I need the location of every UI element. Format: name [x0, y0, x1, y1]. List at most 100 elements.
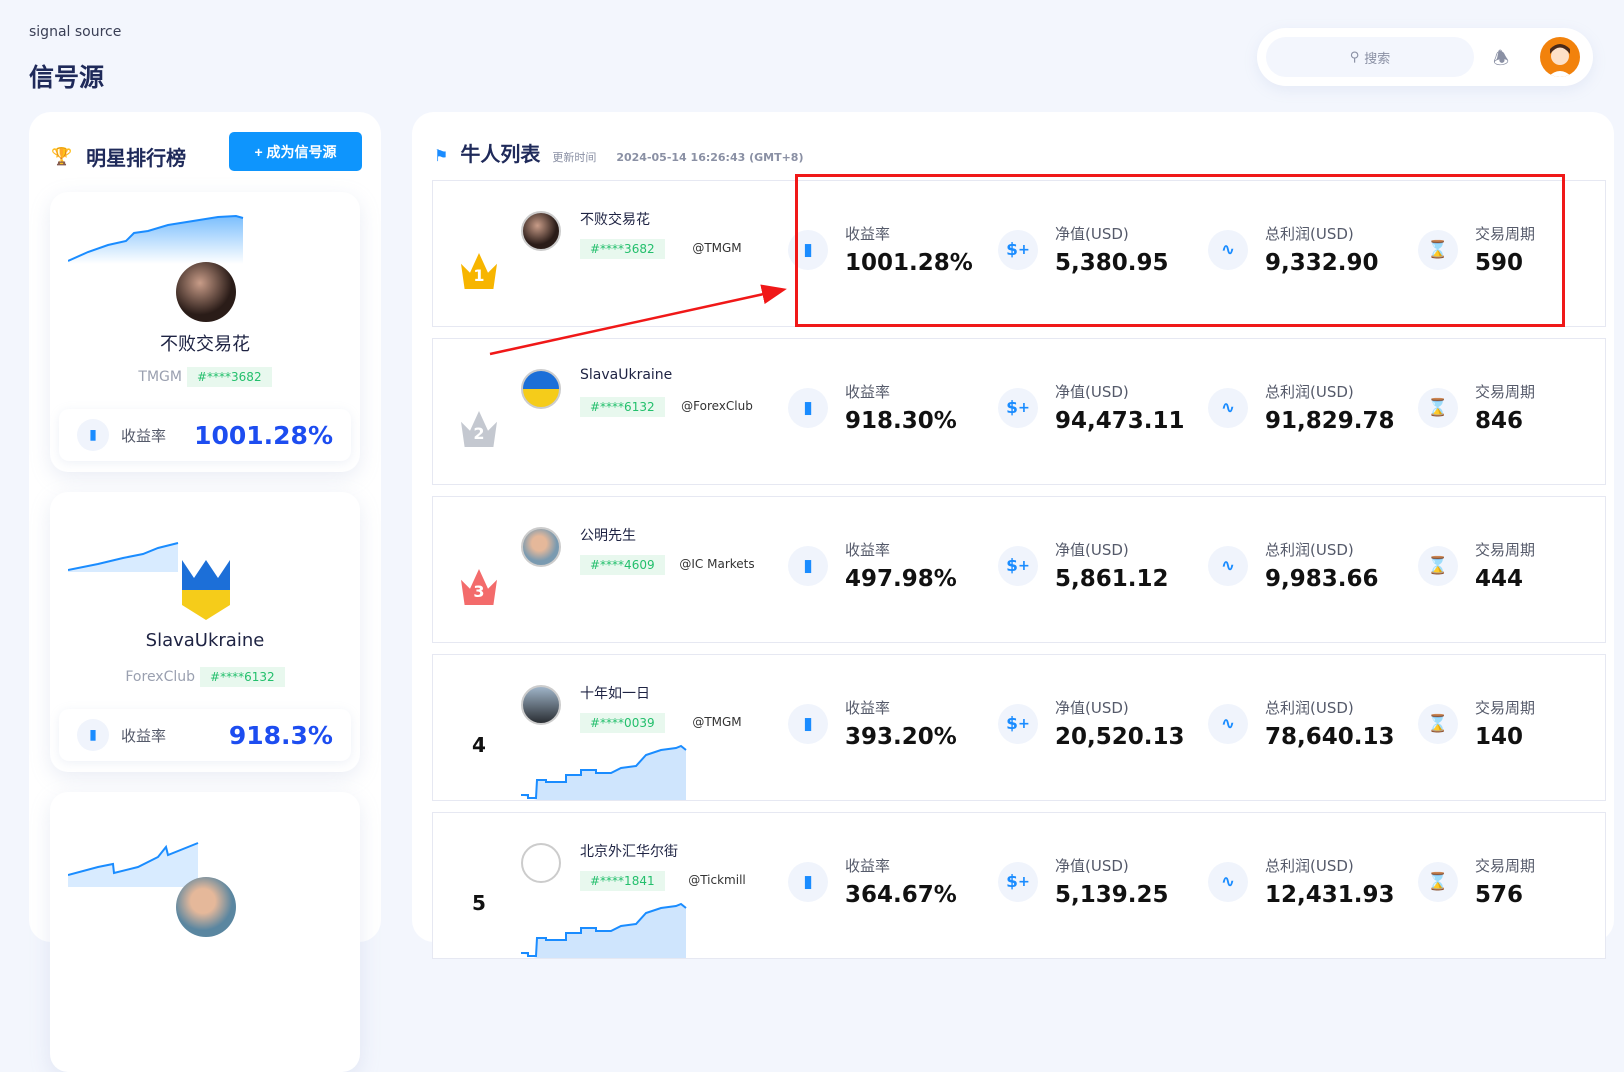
stat-equity: $ + 净值(USD) 94,473.11 [998, 381, 1185, 434]
stat-value: 12,431.93 [1265, 882, 1395, 908]
stat-profit: ∿ 总利润(USD) 12,431.93 [1208, 855, 1395, 908]
bar-chart-icon: ▮ [788, 861, 828, 902]
account-tag: #****6132 [580, 397, 665, 417]
stat-value: 91,829.78 [1265, 408, 1395, 434]
stat-period: ⌛ 交易周期 846 [1418, 381, 1535, 434]
trader-name[interactable]: SlavaUkraine [580, 367, 672, 383]
stat-label: 收益率 [845, 699, 891, 717]
rank-crown-icon: 1 [461, 253, 497, 289]
broker-name: @ForexClub [681, 399, 753, 413]
stat-label: 总利润(USD) [1265, 857, 1354, 875]
pulse-icon: ∿ [1208, 703, 1248, 744]
stat-equity: $ + 净值(USD) 20,520.13 [998, 697, 1185, 750]
star-ranking-header: 🏆 明星排行榜 [51, 142, 186, 171]
bell-icon[interactable]: 🕭 [1493, 46, 1509, 76]
trader-name: 不败交易花 [160, 334, 250, 355]
stat-return: ▮ 收益率 364.67% [788, 855, 957, 908]
broker-name: ForexClub [125, 669, 196, 685]
stat-value: 918.30% [845, 408, 957, 434]
pulse-icon: ∿ [1208, 861, 1248, 902]
stat-label: 净值(USD) [1055, 541, 1129, 559]
stat-label: 总利润(USD) [1265, 699, 1354, 717]
broker-name: @TMGM [692, 715, 742, 729]
star-card[interactable]: 不败交易花 TMGM #****3682 ▮ 收益率 1001.28% [50, 192, 360, 472]
stat-label: 净值(USD) [1055, 383, 1129, 401]
trader-list-title: 牛人列表 [460, 142, 541, 166]
trader-row[interactable]: 5 北京外汇华尔街 #****1841 @Tickmill ▮ 收益率 364.… [432, 812, 1606, 959]
account-tag: #****0039 [580, 713, 665, 733]
stat-value: 140 [1475, 724, 1524, 750]
broker-name: @Tickmill [688, 873, 746, 887]
hourglass-icon: ⌛ [1418, 387, 1458, 428]
trader-avatar [521, 685, 561, 725]
equity-sparkline [68, 214, 244, 264]
stat-label: 净值(USD) [1055, 699, 1129, 717]
star-card[interactable]: SlavaUkraine ForexClub #****6132 ▮ 收益率 918.… [50, 492, 360, 772]
bar-chart-icon: ▮ [77, 719, 109, 751]
stat-label: 收益率 [845, 857, 891, 875]
trader-row[interactable]: 3 公明先生 #****4609 @IC Markets ▮ 收益率 497.9… [432, 496, 1606, 643]
stat-value: 94,473.11 [1055, 408, 1185, 434]
account-tag: #****1841 [580, 871, 665, 891]
stat-equity: $ + 净值(USD) 5,861.12 [998, 539, 1169, 592]
highlight-box [795, 174, 1565, 327]
star-ranking-title: 明星排行榜 [86, 146, 187, 170]
stat-value: 5,139.25 [1055, 882, 1169, 908]
trader-list-header: ⚑ 牛人列表 更新时间 2024-05-14 16:26:43 (GMT+8) [434, 138, 804, 167]
trader-name[interactable]: 不败交易花 [580, 209, 650, 229]
stat-label: 交易周期 [1475, 541, 1536, 559]
become-signal-source-button[interactable]: + 成为信号源 [229, 132, 362, 171]
trader-name[interactable]: 北京外汇华尔街 [580, 841, 678, 861]
stat-value: 576 [1475, 882, 1524, 908]
equity-sparkline [521, 902, 687, 958]
flag-icon: ⚑ [434, 146, 449, 165]
hourglass-icon: ⌛ [1418, 703, 1458, 744]
stat-value: 9,983.66 [1265, 566, 1379, 592]
top-bar: ⚲ 搜索 🕭 [1257, 28, 1593, 86]
star-card[interactable] [50, 792, 360, 1072]
stat-label: 收益率 [121, 426, 167, 445]
dollar-plus-icon: $ + [998, 861, 1038, 902]
stat-value: 393.20% [845, 724, 957, 750]
trader-name[interactable]: 公明先生 [580, 525, 636, 545]
trader-avatar [521, 369, 561, 409]
stat-label: 总利润(USD) [1265, 383, 1354, 401]
page-subtitle: signal source [29, 24, 122, 40]
account-tag: #****6132 [200, 667, 285, 687]
search-input[interactable]: ⚲ 搜索 [1266, 37, 1474, 77]
stat-period: ⌛ 交易周期 576 [1418, 855, 1535, 908]
broker-name: @IC Markets [679, 557, 755, 571]
search-placeholder: 搜索 [1364, 51, 1391, 67]
stat-value: 918.3% [228, 720, 333, 750]
bar-chart-icon: ▮ [788, 545, 828, 586]
trader-avatar [176, 262, 236, 322]
rank-crown-icon: 3 [461, 569, 497, 605]
broker-name: TMGM [138, 369, 182, 385]
stat-value: 444 [1475, 566, 1524, 592]
stat-value: 846 [1475, 408, 1524, 434]
stat-period: ⌛ 交易周期 140 [1418, 697, 1535, 750]
user-avatar[interactable] [1540, 37, 1580, 77]
trader-name[interactable]: 十年如一日 [580, 683, 650, 703]
stat-return: ▮ 收益率 393.20% [788, 697, 957, 750]
stat-label: 净值(USD) [1055, 857, 1129, 875]
bar-chart-icon: ▮ [788, 703, 828, 744]
star-ranking-panel: 🏆 明星排行榜 + 成为信号源 不败交易花 TMGM #****3682 ▮ 收益率… [29, 112, 381, 1072]
stat-profit: ∿ 总利润(USD) 9,983.66 [1208, 539, 1379, 592]
broker-name: @TMGM [692, 241, 742, 255]
trader-row[interactable]: 2 SlavaUkraine #****6132 @ForexClub ▮ 收益… [432, 338, 1606, 485]
rank-number: 5 [472, 891, 486, 915]
search-icon: ⚲ [1349, 49, 1360, 65]
trader-avatar [521, 211, 561, 251]
trader-avatar [176, 877, 236, 937]
stat-value: 20,520.13 [1055, 724, 1185, 750]
updated-label: 更新时间 [552, 151, 597, 164]
stat-return: ▮ 收益率 918.30% [788, 381, 957, 434]
stat-label: 总利润(USD) [1265, 541, 1354, 559]
rank-number: 4 [472, 733, 486, 757]
stat-label: 交易周期 [1475, 857, 1536, 875]
stat-label: 收益率 [845, 541, 891, 559]
trader-row[interactable]: 4 十年如一日 #****0039 @TMGM ▮ 收益率 393.20% $ +… [432, 654, 1606, 801]
bar-chart-icon: ▮ [788, 387, 828, 428]
trader-name: SlavaUkraine [145, 630, 265, 651]
